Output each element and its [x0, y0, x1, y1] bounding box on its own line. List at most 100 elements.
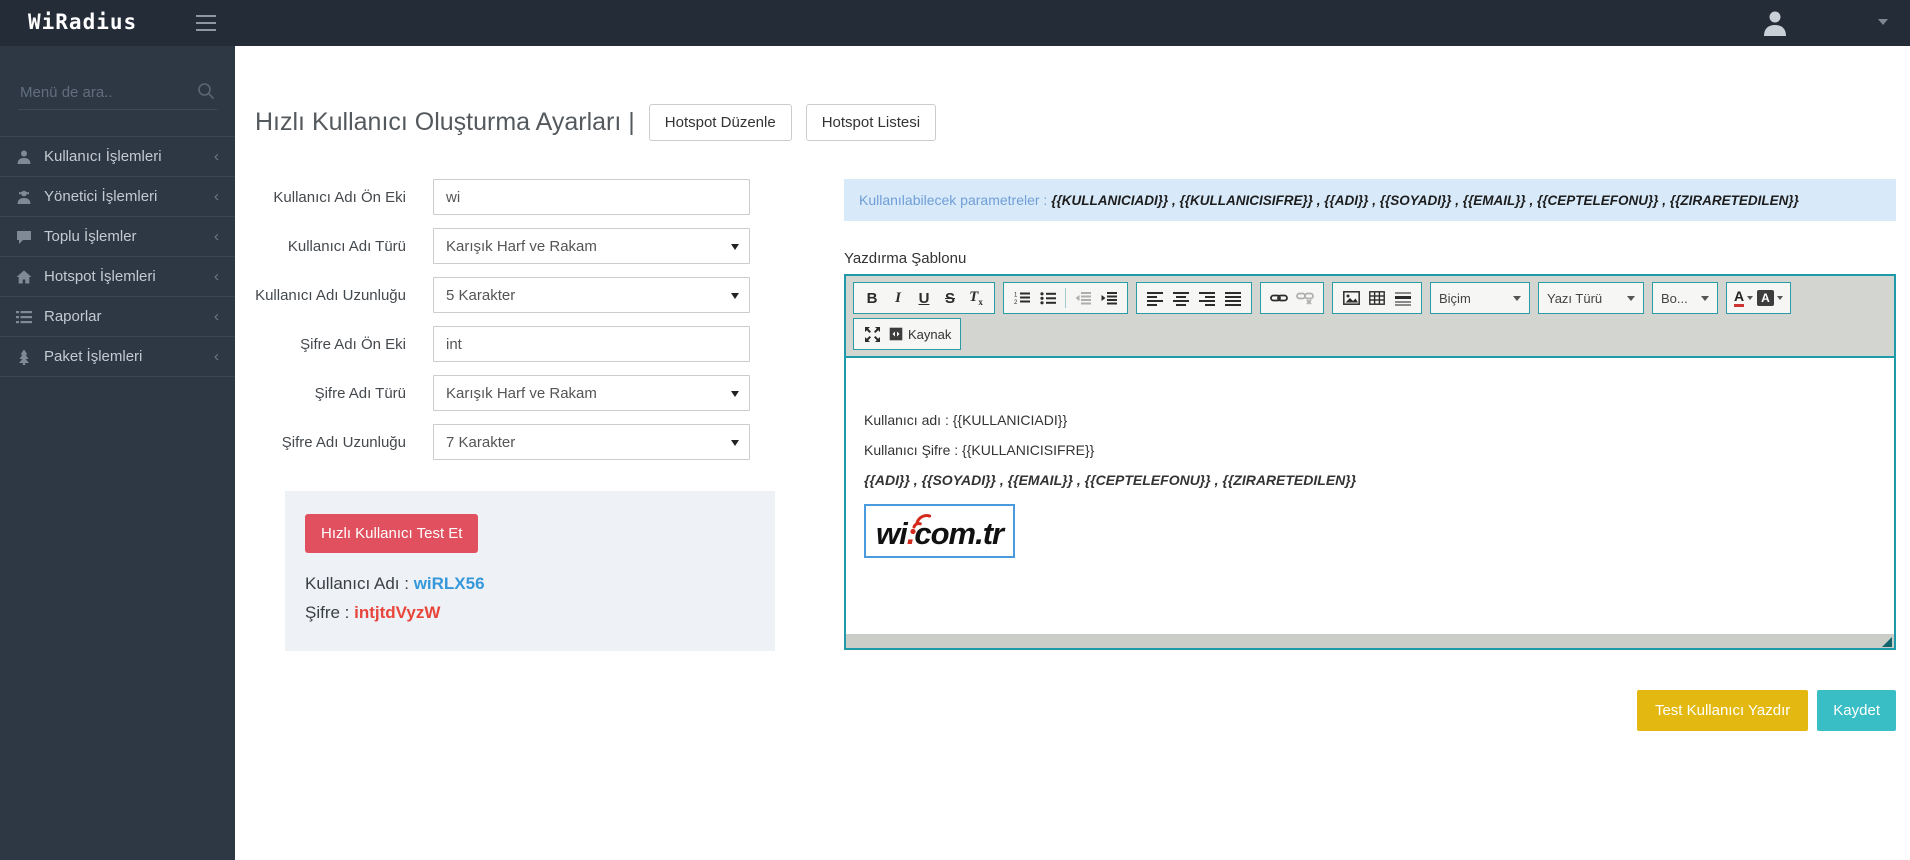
caret-down-icon: [731, 391, 739, 397]
align-left-icon[interactable]: [1142, 286, 1168, 310]
unlink-icon[interactable]: [1292, 286, 1318, 310]
test-kullanici-yazdir-button[interactable]: Test Kullanıcı Yazdır: [1636, 690, 1809, 731]
insert-table-icon[interactable]: [1364, 286, 1390, 310]
background-color-button[interactable]: A: [1757, 290, 1783, 306]
editor-toolbar: B I U S Tx 12 Biçim Yazı Türü Bo... A A …: [846, 276, 1894, 358]
chevron-left-icon: ‹: [214, 348, 219, 365]
outdent-icon[interactable]: [1070, 286, 1096, 310]
font-dropdown[interactable]: Yazı Türü: [1538, 282, 1644, 314]
field-label: Kullanıcı Adı Uzunluğu: [255, 286, 406, 304]
sidebar-item-label: Paket İşlemleri: [44, 348, 143, 365]
selected-option: Karışık Harf ve Rakam: [446, 384, 597, 402]
kullanici-adi-on-eki-input[interactable]: [433, 179, 750, 215]
underline-button[interactable]: U: [911, 286, 937, 310]
indent-icon[interactable]: [1096, 286, 1122, 310]
maximize-icon[interactable]: [859, 322, 885, 346]
test-username-line: Kullanıcı Adı : wiRLX56: [305, 574, 755, 594]
kaydet-button[interactable]: Kaydet: [1817, 690, 1896, 731]
kullanici-adi-uzunlugu-select[interactable]: 5 Karakter: [433, 277, 750, 313]
main-content: Hızlı Kullanıcı Oluşturma Ayarları | Hot…: [235, 46, 1910, 860]
field-label: Kullanıcı Adı Türü: [287, 237, 406, 255]
bulleted-list-icon[interactable]: [1035, 286, 1061, 310]
sidebar-search-input[interactable]: [18, 78, 217, 110]
wifi-signal-icon: [910, 514, 932, 534]
insert-image-icon[interactable]: [1338, 286, 1364, 310]
remove-format-button[interactable]: Tx: [963, 286, 989, 310]
sifre-adi-uzunlugu-select[interactable]: 7 Karakter: [433, 424, 750, 460]
link-icon[interactable]: [1266, 286, 1292, 310]
numbered-list-icon[interactable]: 12: [1009, 286, 1035, 310]
align-center-icon[interactable]: [1168, 286, 1194, 310]
app-logo: WiRadius: [28, 10, 138, 34]
test-password-label: Şifre :: [305, 603, 350, 622]
hotspot-duzenle-button[interactable]: Hotspot Düzenle: [648, 104, 792, 141]
editor-label: Yazdırma Şablonu: [844, 250, 967, 267]
sidebar-item-raporlar[interactable]: Raporlar ‹: [0, 297, 235, 337]
menu-toggle-icon[interactable]: [196, 15, 216, 31]
user-avatar-icon[interactable]: [1760, 8, 1790, 38]
strikethrough-button[interactable]: S: [937, 286, 963, 310]
align-justify-icon[interactable]: [1220, 286, 1246, 310]
sidebar-item-paket-islemleri[interactable]: Paket İşlemleri ‹: [0, 337, 235, 377]
sidebar: Kullanıcı İşlemleri ‹ Yönetici İşlemleri…: [0, 46, 235, 860]
chevron-left-icon: ‹: [214, 308, 219, 325]
horizontal-rule-icon[interactable]: [1390, 286, 1416, 310]
wicomtr-logo-image[interactable]: wi.com.tr: [864, 504, 1016, 558]
rich-text-editor: B I U S Tx 12 Biçim Yazı Türü Bo... A A …: [844, 274, 1896, 650]
chevron-left-icon: ‹: [214, 148, 219, 165]
editor-statusbar: [846, 634, 1894, 648]
parameters-prefix: Kullanılabilecek parametreler :: [859, 192, 1048, 208]
sidebar-menu: Kullanıcı İşlemleri ‹ Yönetici İşlemleri…: [0, 136, 235, 377]
field-label: Şifre Adı Türü: [314, 384, 406, 402]
text-color-button[interactable]: A: [1734, 289, 1754, 307]
parameters-banner: Kullanılabilecek parametreler : {{KULLAN…: [844, 179, 1896, 221]
sifre-adi-turu-select[interactable]: Karışık Harf ve Rakam: [433, 375, 750, 411]
chevron-left-icon: ‹: [214, 228, 219, 245]
selected-option: Karışık Harf ve Rakam: [446, 237, 597, 255]
search-icon: [198, 83, 215, 100]
sidebar-item-hotspot-islemleri[interactable]: Hotspot İşlemleri ‹: [0, 257, 235, 297]
caret-down-icon: [731, 440, 739, 446]
resize-handle[interactable]: [1882, 637, 1892, 647]
caret-down-icon: [731, 293, 739, 299]
sidebar-item-yonetici-islemleri[interactable]: Yönetici İşlemleri ‹: [0, 177, 235, 217]
sidebar-item-label: Yönetici İşlemleri: [44, 188, 158, 205]
caret-down-icon: [731, 244, 739, 250]
svg-text:1: 1: [1014, 293, 1018, 299]
bold-button[interactable]: B: [859, 286, 885, 310]
kullanici-adi-turu-select[interactable]: Karışık Harf ve Rakam: [433, 228, 750, 264]
list-icon: [16, 309, 44, 325]
source-button[interactable]: Kaynak: [885, 327, 955, 342]
test-password-line: Şifre : intjtdVyzW: [305, 603, 755, 623]
user-icon: [16, 149, 44, 165]
logo-text: wi.com.tr: [876, 516, 1004, 551]
sidebar-item-label: Kullanıcı İşlemleri: [44, 148, 162, 165]
sifre-adi-on-eki-input[interactable]: [433, 326, 750, 362]
size-dropdown[interactable]: Bo...: [1652, 282, 1718, 314]
chevron-down-icon[interactable]: [1878, 19, 1888, 25]
format-dropdown[interactable]: Biçim: [1430, 282, 1530, 314]
parameters-list: {{KULLANICIADI}} , {{KULLANICISIFRE}} , …: [1051, 193, 1799, 208]
chevron-left-icon: ‹: [214, 268, 219, 285]
hotspot-listesi-button[interactable]: Hotspot Listesi: [805, 104, 937, 141]
sidebar-item-kullanici-islemleri[interactable]: Kullanıcı İşlemleri ‹: [0, 137, 235, 177]
hizli-kullanici-test-button[interactable]: Hızlı Kullanıcı Test Et: [305, 514, 479, 553]
italic-button[interactable]: I: [885, 286, 911, 310]
caret-down-icon: [1513, 295, 1521, 301]
svg-text:2: 2: [1014, 300, 1018, 305]
editor-content[interactable]: Kullanıcı adı : {{KULLANICIADI}} Kullanı…: [846, 358, 1894, 634]
caret-down-icon: [1627, 295, 1635, 301]
home-icon: [16, 269, 44, 285]
person-icon: [1764, 11, 1786, 36]
sidebar-item-label: Toplu İşlemler: [44, 228, 137, 245]
test-username-value: wiRLX56: [413, 574, 485, 593]
align-right-icon[interactable]: [1194, 286, 1220, 310]
quick-user-form: Kullanıcı Adı Ön Eki Kullanıcı Adı Türü …: [255, 179, 800, 731]
sidebar-item-toplu-islemler[interactable]: Toplu İşlemler ‹: [0, 217, 235, 257]
field-label: Kullanıcı Adı Ön Eki: [273, 188, 406, 206]
page-title: Hızlı Kullanıcı Oluşturma Ayarları |: [255, 108, 635, 136]
selected-option: 7 Karakter: [446, 433, 516, 451]
template-line: {{ADI}} , {{SOYADI}} , {{EMAIL}} , {{CEP…: [864, 472, 1357, 488]
sidebar-item-label: Hotspot İşlemleri: [44, 268, 156, 285]
user-secret-icon: [16, 189, 44, 205]
